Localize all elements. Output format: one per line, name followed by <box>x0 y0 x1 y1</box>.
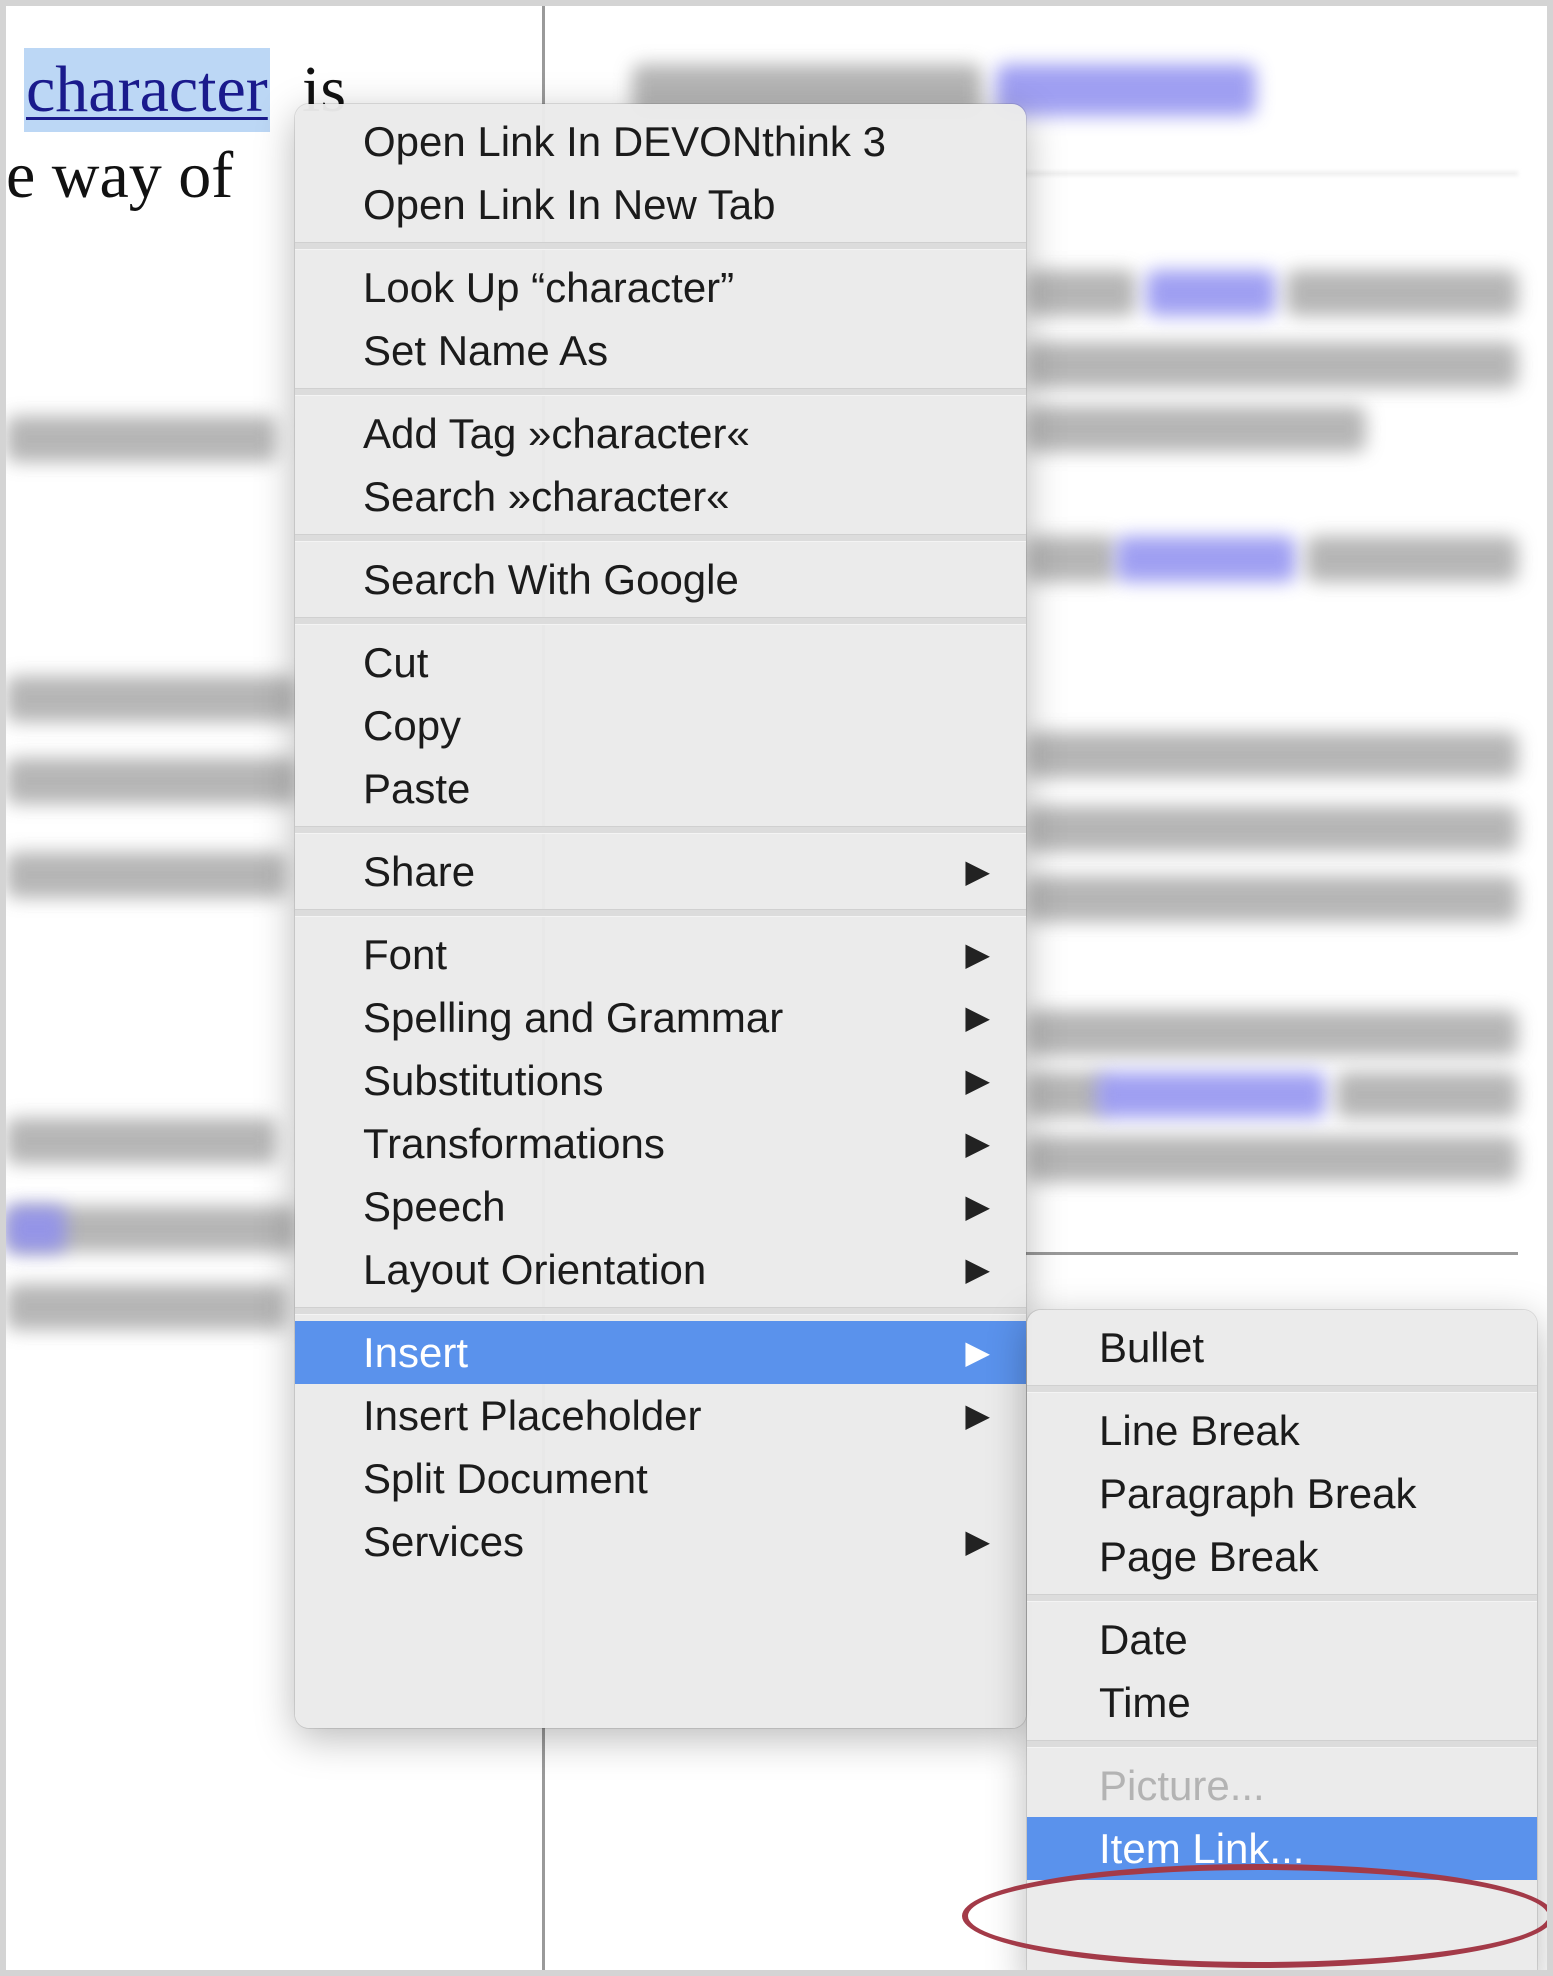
menu-item-label: Copy <box>363 702 462 749</box>
menu-item-label: Speech <box>363 1183 506 1230</box>
menu-item-share[interactable]: Share ▶ <box>295 840 1026 903</box>
menu-item-label: Bullet <box>1099 1324 1205 1371</box>
menu-item-label: Layout Orientation <box>363 1246 707 1293</box>
menu-item-copy[interactable]: Copy <box>295 694 1026 757</box>
menu-item-open-link-devonthink[interactable]: Open Link In DEVONthink 3 <box>295 110 1026 173</box>
document-text-line-2: e way of <box>6 139 234 212</box>
menu-item-transformations[interactable]: Transformations ▶ <box>295 1112 1026 1175</box>
submenu-group-breaks: Line Break Paragraph Break Page Break <box>1027 1393 1537 1594</box>
annotation-highlight-ellipse <box>962 1864 1547 1968</box>
menu-group-google: Search With Google <box>295 542 1026 617</box>
menu-item-label: Look Up “character” <box>363 264 735 311</box>
submenu-group-datetime: Date Time <box>1027 1602 1537 1740</box>
screenshot-frame: character is e way of Open Link In DEVON… <box>0 0 1553 1976</box>
menu-item-label: Insert Placeholder <box>363 1392 702 1439</box>
submenu-item-line-break[interactable]: Line Break <box>1027 1399 1537 1462</box>
menu-item-label: Spelling and Grammar <box>363 994 784 1041</box>
menu-item-label: Open Link In DEVONthink 3 <box>363 118 886 165</box>
menu-item-font[interactable]: Font ▶ <box>295 923 1026 986</box>
menu-group-lookup: Look Up “character” Set Name As <box>295 250 1026 388</box>
menu-item-label: Insert <box>363 1329 469 1376</box>
menu-item-label: Paragraph Break <box>1099 1470 1417 1517</box>
submenu-item-page-break[interactable]: Page Break <box>1027 1525 1537 1588</box>
menu-item-label: Picture... <box>1099 1762 1265 1809</box>
menu-item-label: Time <box>1099 1679 1191 1726</box>
submenu-item-date[interactable]: Date <box>1027 1608 1537 1671</box>
menu-separator <box>295 826 1026 834</box>
menu-separator <box>295 1307 1026 1315</box>
menu-separator <box>295 388 1026 396</box>
menu-item-cut[interactable]: Cut <box>295 631 1026 694</box>
menu-item-open-link-new-tab[interactable]: Open Link In New Tab <box>295 173 1026 236</box>
menu-item-insert-placeholder[interactable]: Insert Placeholder ▶ <box>295 1384 1026 1447</box>
submenu-item-paragraph-break[interactable]: Paragraph Break <box>1027 1462 1537 1525</box>
menu-item-label: Substitutions <box>363 1057 604 1104</box>
submenu-group-bullet: Bullet <box>1027 1310 1537 1385</box>
menu-item-label: Set Name As <box>363 327 609 374</box>
menu-item-label: Paste <box>363 765 471 812</box>
submenu-arrow-icon: ▶ <box>965 1125 990 1161</box>
menu-item-label: Transformations <box>363 1120 665 1167</box>
menu-item-search-character[interactable]: Search »character« <box>295 465 1026 528</box>
menu-separator <box>1027 1385 1537 1393</box>
menu-item-set-name-as[interactable]: Set Name As <box>295 319 1026 382</box>
submenu-item-bullet[interactable]: Bullet <box>1027 1316 1537 1379</box>
menu-item-substitutions[interactable]: Substitutions ▶ <box>295 1049 1026 1112</box>
menu-item-label: Font <box>363 931 448 978</box>
menu-item-look-up[interactable]: Look Up “character” <box>295 256 1026 319</box>
menu-item-label: Split Document <box>363 1455 648 1502</box>
menu-group-tag: Add Tag »character« Search »character« <box>295 396 1026 534</box>
menu-separator <box>1027 1594 1537 1602</box>
menu-separator <box>1027 1740 1537 1748</box>
menu-item-label: Services <box>363 1518 525 1565</box>
submenu-item-picture: Picture... <box>1027 1754 1537 1817</box>
menu-item-search-google[interactable]: Search With Google <box>295 548 1026 611</box>
menu-separator <box>295 617 1026 625</box>
menu-group-clipboard: Cut Copy Paste <box>295 625 1026 826</box>
submenu-arrow-icon: ▶ <box>965 1251 990 1287</box>
menu-item-label: Line Break <box>1099 1407 1300 1454</box>
submenu-arrow-icon: ▶ <box>965 936 990 972</box>
menu-item-label: Share <box>363 848 476 895</box>
menu-group-open-link: Open Link In DEVONthink 3 Open Link In N… <box>295 104 1026 242</box>
selected-link-word[interactable]: character <box>24 48 270 132</box>
menu-group-share: Share ▶ <box>295 834 1026 909</box>
menu-item-label: Search »character« <box>363 473 730 520</box>
submenu-arrow-icon: ▶ <box>965 1188 990 1224</box>
menu-item-label: Search With Google <box>363 556 739 603</box>
menu-item-spelling-grammar[interactable]: Spelling and Grammar ▶ <box>295 986 1026 1049</box>
menu-item-paste[interactable]: Paste <box>295 757 1026 820</box>
submenu-arrow-icon: ▶ <box>965 1334 990 1370</box>
menu-group-text: Font ▶ Spelling and Grammar ▶ Substitution… <box>295 917 1026 1307</box>
context-menu: Open Link In DEVONthink 3 Open Link In N… <box>295 104 1026 1728</box>
submenu-item-time[interactable]: Time <box>1027 1671 1537 1734</box>
submenu-arrow-icon: ▶ <box>965 853 990 889</box>
menu-separator <box>295 242 1026 250</box>
menu-item-label: Open Link In New Tab <box>363 181 776 228</box>
menu-item-add-tag[interactable]: Add Tag »character« <box>295 402 1026 465</box>
menu-item-label: Page Break <box>1099 1533 1319 1580</box>
submenu-arrow-icon: ▶ <box>965 1523 990 1559</box>
menu-item-label: Cut <box>363 639 429 686</box>
submenu-arrow-icon: ▶ <box>965 1397 990 1433</box>
menu-item-label: Add Tag »character« <box>363 410 750 457</box>
menu-item-services[interactable]: Services ▶ <box>295 1510 1026 1573</box>
menu-separator <box>295 909 1026 917</box>
menu-item-split-document[interactable]: Split Document <box>295 1447 1026 1510</box>
menu-separator <box>295 534 1026 542</box>
menu-group-insert: Insert ▶ Insert Placeholder ▶ Split Docume… <box>295 1315 1026 1579</box>
menu-item-label: Date <box>1099 1616 1188 1663</box>
menu-item-insert[interactable]: Insert ▶ <box>295 1321 1026 1384</box>
menu-item-layout-orientation[interactable]: Layout Orientation ▶ <box>295 1238 1026 1301</box>
submenu-arrow-icon: ▶ <box>965 1062 990 1098</box>
submenu-arrow-icon: ▶ <box>965 999 990 1035</box>
menu-item-speech[interactable]: Speech ▶ <box>295 1175 1026 1238</box>
